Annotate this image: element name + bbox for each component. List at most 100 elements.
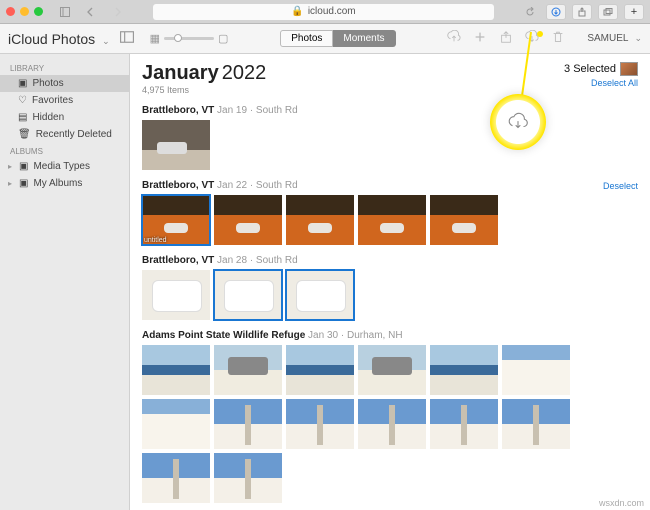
photo-thumbnail[interactable]	[358, 195, 426, 245]
browser-chrome: 🔒 icloud.com +	[0, 0, 650, 24]
tab-moments[interactable]: Moments	[333, 30, 395, 47]
lock-icon: 🔒	[291, 6, 303, 17]
sidebar-item-hidden[interactable]: ▤ Hidden	[0, 109, 129, 126]
forward-button[interactable]	[107, 4, 127, 20]
photo-thumbnail[interactable]: untitled	[142, 195, 210, 245]
deselect-all-link[interactable]: Deselect All	[564, 78, 638, 88]
thumbnail-caption: untitled	[144, 237, 167, 244]
annotation-dot	[537, 31, 543, 37]
new-tab-button[interactable]: +	[624, 4, 644, 20]
photo-thumbnail[interactable]	[430, 399, 498, 449]
sidebar-item-media-types[interactable]: ▸ ▣ Media Types	[0, 158, 129, 175]
back-button[interactable]	[81, 4, 101, 20]
group-date: Jan 22	[217, 180, 247, 191]
sidebar-toggle-icon[interactable]	[120, 31, 140, 46]
group-location: Brattleboro, VT	[142, 180, 214, 191]
browser-actions: +	[546, 4, 644, 20]
photo-group: Brattleboro, VT Jan 22 · South RdDeselec…	[142, 180, 638, 245]
sidebar-item-recently-deleted[interactable]: 🗑 Recently Deleted	[0, 126, 129, 143]
sidebar-item-label: Media Types	[33, 161, 90, 172]
group-location: Adams Point State Wildlife Refuge	[142, 330, 305, 341]
sidebar: Library ▣ Photos ♡Favorites ▤ Hidden🗑 Recentl…	[0, 54, 130, 510]
group-date: Jan 28	[217, 255, 247, 266]
chevron-down-icon: ⌄	[634, 33, 642, 44]
add-icon[interactable]	[473, 30, 487, 47]
photo-thumbnail[interactable]	[142, 270, 210, 320]
photo-thumbnail[interactable]	[430, 195, 498, 245]
photo-thumbnail[interactable]	[502, 345, 570, 395]
url-text: icloud.com	[308, 6, 356, 17]
selection-count: 3 Selected	[564, 62, 638, 76]
sidebar-item-label: Photos	[32, 78, 63, 89]
photo-thumbnail[interactable]	[214, 345, 282, 395]
sidebar-icon: 🗑	[18, 129, 31, 140]
thumbnail-size-slider[interactable]: ▦ ▢	[150, 32, 229, 45]
sidebar-item-label: Recently Deleted	[36, 129, 112, 140]
group-deselect-link[interactable]: Deselect	[603, 181, 638, 191]
group-header: Brattleboro, VT Jan 19 · South Rd	[142, 105, 638, 116]
window-controls	[6, 7, 43, 16]
photo-thumbnail[interactable]	[286, 270, 354, 320]
selection-thumbnail-icon	[620, 62, 638, 76]
group-date: Jan 30	[308, 330, 338, 341]
photo-thumbnail[interactable]	[142, 120, 210, 170]
photo-thumbnail[interactable]	[214, 453, 282, 503]
reload-button[interactable]	[520, 4, 540, 20]
upload-icon[interactable]	[447, 30, 461, 47]
item-count: 4,975 Items	[142, 85, 266, 95]
sidebar-section-albums: Albums	[0, 143, 129, 158]
thumbnail-row	[142, 270, 638, 320]
photo-group: Adams Point State Wildlife Refuge Jan 30…	[142, 330, 638, 503]
group-date: Jan 19	[217, 105, 247, 116]
share-browser-icon[interactable]	[572, 4, 592, 20]
watermark: wsxdn.com	[599, 498, 644, 508]
thumbnail-row: untitled	[142, 195, 638, 245]
sidebar-icon: ▤	[18, 112, 27, 123]
photo-thumbnail[interactable]	[286, 345, 354, 395]
photo-thumbnail[interactable]	[430, 345, 498, 395]
minimize-window-button[interactable]	[20, 7, 29, 16]
zoom-window-button[interactable]	[34, 7, 43, 16]
photo-thumbnail[interactable]	[502, 399, 570, 449]
photo-group: Brattleboro, VT Jan 19 · South Rd	[142, 105, 638, 170]
photo-thumbnail[interactable]	[142, 345, 210, 395]
app-label: Photos	[52, 31, 96, 47]
photo-thumbnail[interactable]	[358, 399, 426, 449]
disclosure-icon[interactable]: ▸	[8, 179, 14, 188]
sidebar-browser-icon[interactable]	[55, 4, 75, 20]
photo-thumbnail[interactable]	[142, 453, 210, 503]
group-sublocation: · South Rd	[250, 105, 298, 116]
content-area[interactable]: January 2022 4,975 Items 3 Selected Dese…	[130, 54, 650, 510]
app-title[interactable]: iCloud Photos ⌄	[8, 31, 110, 47]
sidebar-icon: ▣	[18, 78, 27, 89]
sidebar-item-my-albums[interactable]: ▸▣My Albums	[0, 175, 129, 192]
photo-thumbnail[interactable]	[214, 195, 282, 245]
group-header: Brattleboro, VT Jan 28 · South Rd	[142, 255, 638, 266]
photo-thumbnail[interactable]	[142, 399, 210, 449]
sidebar-section-library: Library	[0, 60, 129, 75]
disclosure-icon[interactable]: ▸	[8, 162, 14, 171]
user-name: SAMUEL	[587, 33, 628, 44]
photo-thumbnail[interactable]	[358, 345, 426, 395]
toolbar-actions: SAMUEL ⌄	[447, 30, 642, 47]
sidebar-item-photos[interactable]: ▣ Photos	[0, 75, 129, 92]
close-window-button[interactable]	[6, 7, 15, 16]
trash-icon[interactable]	[551, 30, 565, 47]
folder-icon: ▣	[19, 161, 28, 172]
thumbnail-row	[142, 345, 638, 503]
annotation-download-callout	[490, 94, 546, 150]
sidebar-item-favorites[interactable]: ♡Favorites	[0, 92, 129, 109]
downloads-icon[interactable]	[546, 4, 566, 20]
share-icon[interactable]	[499, 30, 513, 47]
photo-thumbnail[interactable]	[286, 195, 354, 245]
main-layout: Library ▣ Photos ♡Favorites ▤ Hidden🗑 Recentl…	[0, 54, 650, 510]
photo-thumbnail[interactable]	[214, 399, 282, 449]
user-menu[interactable]: SAMUEL ⌄	[587, 33, 642, 44]
address-bar[interactable]: 🔒 icloud.com	[153, 4, 494, 20]
photo-thumbnail[interactable]	[286, 399, 354, 449]
tabs-icon[interactable]	[598, 4, 618, 20]
photo-thumbnail[interactable]	[214, 270, 282, 320]
group-location: Brattleboro, VT	[142, 255, 214, 266]
tab-photos[interactable]: Photos	[280, 30, 333, 47]
sidebar-item-label: Hidden	[32, 112, 64, 123]
